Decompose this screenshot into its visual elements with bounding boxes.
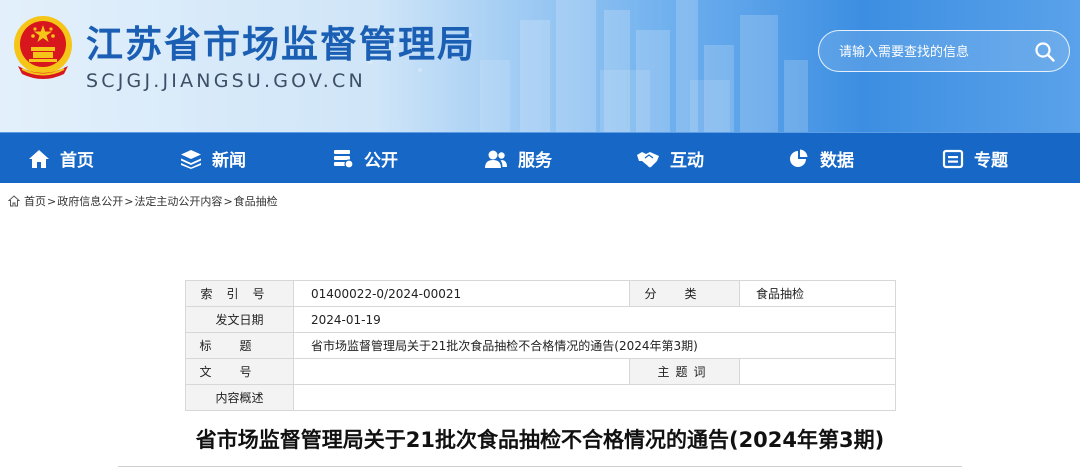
nav-item-label: 数据 (820, 151, 854, 171)
header-banner: 江苏省市场监督管理局 SCJGJ.JIANGSU.GOV.CN (0, 0, 1080, 132)
nav-item-label: 专题 (974, 151, 1008, 171)
users-icon (485, 150, 507, 168)
breadcrumb-item[interactable]: 法定主动公开内容 (134, 193, 222, 209)
title-value: 省市场监督管理局关于21批次食品抽检不合格情况的通告(2024年第3期) (293, 332, 896, 359)
home-icon (29, 149, 49, 168)
nav-item-topic[interactable]: 专题 (942, 133, 1008, 184)
date-label: 发文日期 (185, 306, 294, 333)
site-title[interactable]: 江苏省市场监督管理局 (86, 14, 476, 68)
layers-icon (181, 149, 201, 169)
nav-item-label: 公开 (364, 151, 398, 171)
index-value: 01400022-0/2024-00021 (293, 280, 630, 307)
breadcrumb: 首页 > 政府信息公开 > 法定主动公开内容 > 食品抽检 (8, 193, 278, 209)
article-title: 省市场监督管理局关于21批次食品抽检不合格情况的通告(2024年第3期) (195, 428, 885, 452)
document-info-table: 索引号 01400022-0/2024-00021 分类 食品抽检 发文日期 2… (185, 280, 896, 411)
site-domain: SCJGJ.JIANGSU.GOV.CN (86, 70, 366, 92)
nav-item-open[interactable]: 公开 (332, 133, 398, 184)
nav-item-data[interactable]: 数据 (788, 133, 854, 184)
category-value: 食品抽检 (739, 280, 896, 307)
handshake-icon (637, 151, 659, 167)
search-icon[interactable] (1033, 40, 1057, 64)
topic-icon (942, 149, 964, 168)
nav-item-label: 首页 (60, 151, 94, 171)
pie-chart-icon (790, 149, 808, 167)
table-row: 内容概述 (185, 384, 896, 411)
nav-item-interact[interactable]: 互动 (636, 133, 704, 184)
nav-item-label: 服务 (518, 151, 552, 171)
breadcrumb-item[interactable]: 政府信息公开 (57, 193, 123, 209)
docno-value (293, 358, 630, 385)
category-label: 分类 (629, 280, 740, 307)
keyword-value (739, 358, 896, 385)
table-row: 索引号 01400022-0/2024-00021 分类 食品抽检 (185, 280, 896, 307)
docno-label: 文号 (185, 358, 294, 385)
table-row: 标题 省市场监督管理局关于21批次食品抽检不合格情况的通告(2024年第3期) (185, 332, 896, 359)
nav-item-home[interactable]: 首页 (28, 133, 94, 184)
nav-item-service[interactable]: 服务 (484, 133, 552, 184)
search-input[interactable] (837, 40, 1031, 64)
national-emblem-icon (14, 16, 72, 79)
nav-item-news[interactable]: 新闻 (180, 133, 246, 184)
table-row: 发文日期 2024-01-19 (185, 306, 896, 333)
search-box (818, 30, 1070, 72)
date-value: 2024-01-19 (293, 306, 896, 333)
breadcrumb-home[interactable]: 首页 (24, 193, 46, 209)
table-row: 文号 主题词 (185, 358, 896, 385)
main-nav: 首页 新闻 公开 服务 互动 数据 专题 (0, 132, 1080, 183)
nav-item-label: 新闻 (212, 151, 246, 171)
breadcrumb-item[interactable]: 食品抽检 (234, 193, 278, 209)
summary-label: 内容概述 (185, 384, 294, 411)
nav-item-label: 互动 (670, 151, 704, 171)
breadcrumb-separator: > (223, 194, 233, 208)
stack-icon (334, 149, 354, 169)
keyword-label: 主题词 (629, 358, 740, 385)
breadcrumb-separator: > (47, 194, 57, 208)
title-label: 标题 (185, 332, 294, 359)
summary-value (293, 384, 896, 411)
index-label: 索引号 (185, 280, 294, 307)
title-divider (118, 466, 962, 467)
breadcrumb-separator: > (124, 194, 134, 208)
home-icon (8, 195, 20, 207)
